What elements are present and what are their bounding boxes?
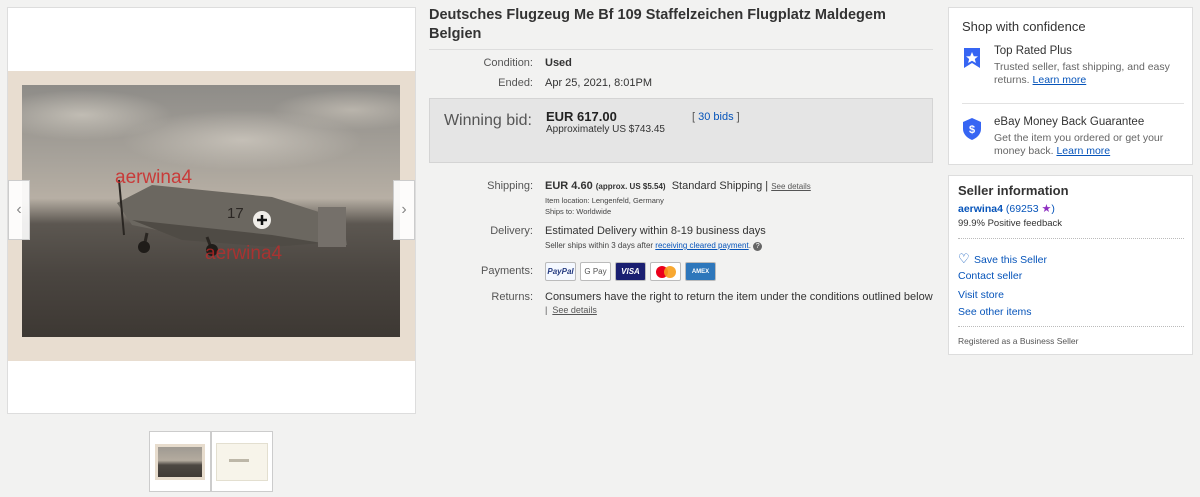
- thumbnail-strip: [149, 431, 273, 492]
- divider: [962, 103, 1184, 104]
- divider: [958, 238, 1184, 239]
- ended-value: Apr 25, 2021, 8:01PM: [545, 77, 653, 89]
- chevron-left-icon: ‹: [16, 201, 22, 218]
- condition-value: Used: [545, 57, 572, 69]
- watermark-bottom: aerwina4: [205, 243, 283, 264]
- shield-icon: $: [963, 118, 981, 140]
- returns-value: Consumers have the right to return the i…: [545, 291, 933, 303]
- bids-link[interactable]: 30 bids: [698, 111, 733, 123]
- main-photo[interactable]: 17 aerwina4 aerwina4: [8, 71, 415, 361]
- svg-text:$: $: [969, 124, 975, 136]
- shipping-see-details-link[interactable]: See details: [771, 182, 811, 191]
- payments-label: Payments:: [481, 265, 533, 277]
- delivery-value: Estimated Delivery within 8-19 business …: [545, 225, 766, 237]
- top-rated-learn-more-link[interactable]: Learn more: [1033, 74, 1087, 86]
- seller-information-panel: Seller information aerwina4 (69253 ★) 99…: [948, 175, 1193, 355]
- thumbnail-1[interactable]: [149, 431, 211, 492]
- condition-label: Condition:: [483, 57, 533, 69]
- winning-bid-box: Winning bid: EUR 617.00 Approximately US…: [429, 98, 933, 163]
- item-title: Deutsches Flugzeug Me Bf 109 Staffelzeic…: [429, 7, 886, 42]
- google-pay-icon: G Pay: [580, 262, 611, 281]
- winning-bid-label: Winning bid:: [443, 112, 532, 129]
- delivery-label: Delivery:: [490, 225, 533, 237]
- shop-with-confidence-panel: Shop with confidence Top Rated Plus Trus…: [948, 7, 1193, 165]
- thumbnail-2[interactable]: [211, 431, 273, 492]
- top-rated-heading: Top Rated Plus: [994, 45, 1072, 57]
- money-back-learn-more-link[interactable]: Learn more: [1056, 145, 1110, 157]
- cleared-payment-link[interactable]: receiving cleared payment: [655, 241, 748, 250]
- returns-label: Returns:: [491, 291, 533, 303]
- purple-star-icon: ★: [1041, 203, 1052, 215]
- heart-icon: ♡: [958, 251, 970, 266]
- save-seller-link[interactable]: ♡ Save this Seller: [958, 251, 1047, 267]
- amex-icon: AMEX: [685, 262, 716, 281]
- seller-name-line: aerwina4 (69253 ★): [958, 203, 1055, 215]
- chevron-right-icon: ›: [401, 201, 407, 218]
- bid-count: [ 30 bids ]: [692, 111, 740, 123]
- confidence-title: Shop with confidence: [962, 19, 1086, 34]
- seller-info-title: Seller information: [958, 183, 1069, 198]
- see-other-items-link[interactable]: See other items: [958, 306, 1032, 318]
- visa-icon: VISA: [615, 262, 646, 281]
- divider: [958, 326, 1184, 327]
- feedback-score-link[interactable]: (69253: [1006, 203, 1039, 215]
- visit-store-link[interactable]: Visit store: [958, 289, 1004, 301]
- payment-icons: PayPal G Pay VISA AMEX: [545, 262, 716, 281]
- paypal-icon: PayPal: [545, 262, 576, 281]
- approx-usd-value: Approximately US $743.45: [546, 124, 665, 135]
- mastercard-icon: [650, 262, 681, 281]
- shipping-method: Standard Shipping |: [671, 180, 769, 192]
- aircraft-illustration: 17: [117, 179, 347, 256]
- registered-business-seller: Registered as a Business Seller: [958, 336, 1079, 346]
- shipping-label: Shipping:: [487, 180, 533, 192]
- money-back-heading: eBay Money Back Guarantee: [994, 116, 1145, 128]
- positive-feedback: 99.9% Positive feedback: [958, 218, 1063, 229]
- svg-text:17: 17: [227, 205, 244, 222]
- returns-see-details-link[interactable]: See details: [552, 305, 597, 315]
- top-rated-badge-icon: [964, 48, 980, 68]
- contact-seller-link[interactable]: Contact seller: [958, 270, 1022, 282]
- shipping-approx: (approx. US $5.54): [595, 182, 666, 191]
- photo-image: 17: [22, 85, 400, 337]
- seller-name-link[interactable]: aerwina4: [958, 203, 1003, 215]
- divider: [429, 49, 933, 50]
- image-gallery: 17 aerwina4 aerwina4 ‹ ›: [7, 7, 416, 414]
- watermark-top: aerwina4: [115, 167, 193, 188]
- winning-bid-value: EUR 617.00: [546, 109, 617, 124]
- help-icon[interactable]: ?: [753, 242, 763, 251]
- ended-label: Ended:: [498, 77, 533, 89]
- shipping-cost: EUR 4.60: [545, 180, 593, 192]
- delivery-note: Seller ships within 3 days after: [545, 241, 654, 250]
- next-image-button[interactable]: ›: [393, 180, 415, 240]
- previous-image-button[interactable]: ‹: [8, 180, 30, 240]
